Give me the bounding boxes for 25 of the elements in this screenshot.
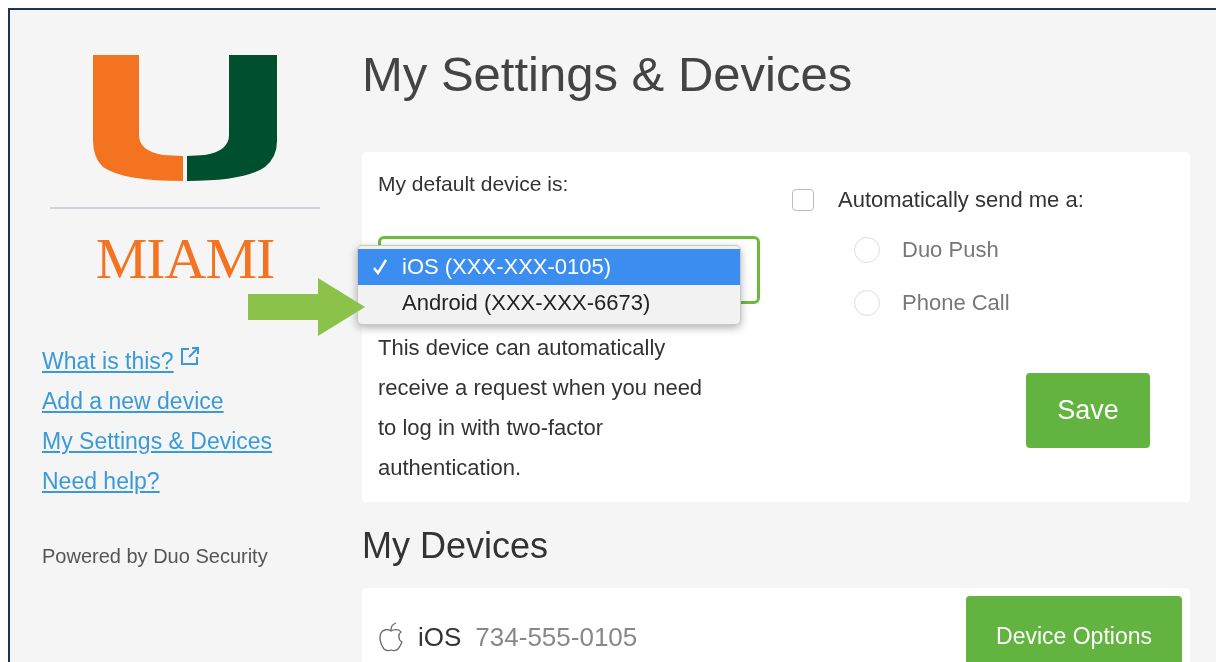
wordmark: MIAMI (95, 229, 275, 289)
phone-number: 734-555-0105 (475, 621, 638, 653)
page-title: My Settings & Devices (362, 46, 854, 103)
checkbox[interactable] (792, 189, 814, 211)
field-label: My default device is: (378, 172, 570, 196)
menu-item[interactable]: Android (XXX-XXX-6673) (358, 285, 740, 321)
footer-text: Powered by Duo Security (42, 545, 269, 568)
description-text: This device can automatically receive a request when you need to log in with two-factor authentication. (378, 334, 704, 482)
radio-label: Phone Call (902, 289, 1010, 316)
sidebar-link[interactable]: Add a new device (42, 387, 224, 415)
menu-item[interactable]: iOS (XXX-XXX-0105) (358, 249, 740, 285)
radio-button[interactable] (854, 236, 880, 263)
sidebar-link[interactable]: What is this? (42, 347, 174, 375)
device-name: iOS (418, 621, 462, 653)
save-button[interactable]: Save (1026, 373, 1150, 448)
apple-icon (378, 622, 404, 652)
check-icon (373, 259, 387, 275)
sidebar-link[interactable]: My Settings & Devices (42, 427, 273, 455)
sidebar-link[interactable]: Need help? (42, 467, 160, 495)
device-options-button[interactable]: Device Options (966, 596, 1182, 662)
radio-label: Duo Push (902, 236, 999, 263)
checkbox-label: Automatically send me a: (838, 187, 1084, 213)
section-heading: My Devices (362, 524, 550, 568)
radio-button[interactable] (854, 289, 880, 316)
external-link-icon[interactable] (179, 346, 200, 366)
